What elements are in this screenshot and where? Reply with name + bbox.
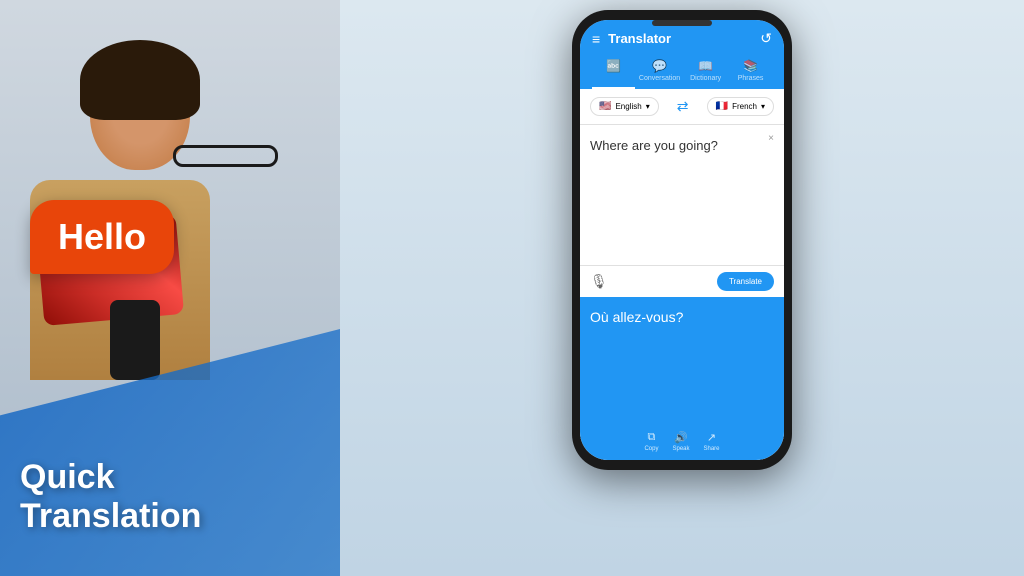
history-icon[interactable]: ↺ xyxy=(760,30,772,47)
tab-phrases[interactable]: 📚 Phrases xyxy=(729,55,772,89)
result-area: Où allez-vous? ⧉ Copy 🔊 Speak ↗ xyxy=(580,297,784,460)
result-actions: ⧉ Copy 🔊 Speak ↗ Share xyxy=(590,431,774,452)
app-header: ≡ Translator ↺ 🔤 💬 Conversation xyxy=(580,20,784,89)
hair-left xyxy=(80,40,200,120)
target-lang-chevron: ▾ xyxy=(761,102,765,111)
swap-languages-icon[interactable]: ⇄ xyxy=(677,98,689,115)
tab-conversation[interactable]: 💬 Conversation xyxy=(637,55,682,89)
microphone-icon[interactable]: 🎙 xyxy=(590,273,608,290)
mic-translate-row: 🎙 Translate xyxy=(580,266,784,297)
translation-area: Where are you going? × 🎙 Translate Où al… xyxy=(580,125,784,460)
target-flag: 🇫🇷 xyxy=(716,101,728,112)
tab-dictionary[interactable]: 📖 Dictionary xyxy=(684,55,727,89)
tab-text[interactable]: 🔤 xyxy=(592,55,635,89)
hamburger-icon[interactable]: ≡ xyxy=(592,31,600,47)
language-selector: 🇺🇸 English ▾ ⇄ 🇫🇷 French ▾ xyxy=(580,89,784,125)
phrases-tab-label: Phrases xyxy=(738,75,764,82)
glasses xyxy=(173,145,278,167)
left-panel: Hello Quick Translation xyxy=(0,0,340,576)
left-tagline-line2: Translation xyxy=(20,497,201,536)
phone-hand-left xyxy=(110,300,160,380)
hello-bubble: Hello xyxy=(30,200,174,274)
phone-device: ≡ Translator ↺ 🔤 💬 Conversation xyxy=(572,10,792,470)
source-lang-button[interactable]: 🇺🇸 English ▾ xyxy=(590,97,659,116)
center-area: ≡ Translator ↺ 🔤 💬 Conversation xyxy=(340,0,1024,576)
share-label: Share xyxy=(704,446,720,452)
nav-tabs: 🔤 💬 Conversation 📖 Dictionary 📚 Ph xyxy=(592,55,772,89)
app-title-left: ≡ Translator xyxy=(592,31,671,47)
source-lang-name: English xyxy=(615,102,641,111)
speak-label: Speak xyxy=(672,446,689,452)
source-lang-chevron: ▾ xyxy=(646,102,650,111)
share-button[interactable]: ↗ Share xyxy=(704,431,720,452)
translate-button[interactable]: Translate xyxy=(717,272,774,291)
phone-notch xyxy=(652,20,712,26)
close-button[interactable]: × xyxy=(768,133,774,144)
speak-button[interactable]: 🔊 Speak xyxy=(672,431,689,452)
result-text: Où allez-vous? xyxy=(590,309,774,325)
dictionary-tab-label: Dictionary xyxy=(690,75,721,82)
app-title-row: ≡ Translator ↺ xyxy=(592,30,772,47)
conversation-tab-label: Conversation xyxy=(639,75,680,82)
copy-icon: ⧉ xyxy=(648,431,656,444)
phone-screen: ≡ Translator ↺ 🔤 💬 Conversation xyxy=(580,20,784,460)
source-text: Where are you going? xyxy=(590,137,774,155)
conversation-tab-icon: 💬 xyxy=(652,59,667,73)
text-tab-icon: 🔤 xyxy=(606,59,621,73)
left-tagline: Quick Translation xyxy=(20,458,201,536)
source-flag: 🇺🇸 xyxy=(599,101,611,112)
dictionary-tab-icon: 📖 xyxy=(698,59,713,73)
target-lang-name: French xyxy=(732,102,757,111)
copy-label: Copy xyxy=(644,446,658,452)
share-icon: ↗ xyxy=(707,431,716,444)
app-title: Translator xyxy=(608,31,671,46)
left-tagline-line1: Quick xyxy=(20,458,201,497)
hello-text: Hello xyxy=(58,216,146,257)
phrases-tab-icon: 📚 xyxy=(743,59,758,73)
main-container: Hello Quick Translation ≡ Translator xyxy=(0,0,1024,576)
speak-icon: 🔊 xyxy=(674,431,688,444)
copy-button[interactable]: ⧉ Copy xyxy=(644,431,658,452)
target-lang-button[interactable]: 🇫🇷 French ▾ xyxy=(707,97,774,116)
source-text-area[interactable]: Where are you going? × xyxy=(580,125,784,266)
